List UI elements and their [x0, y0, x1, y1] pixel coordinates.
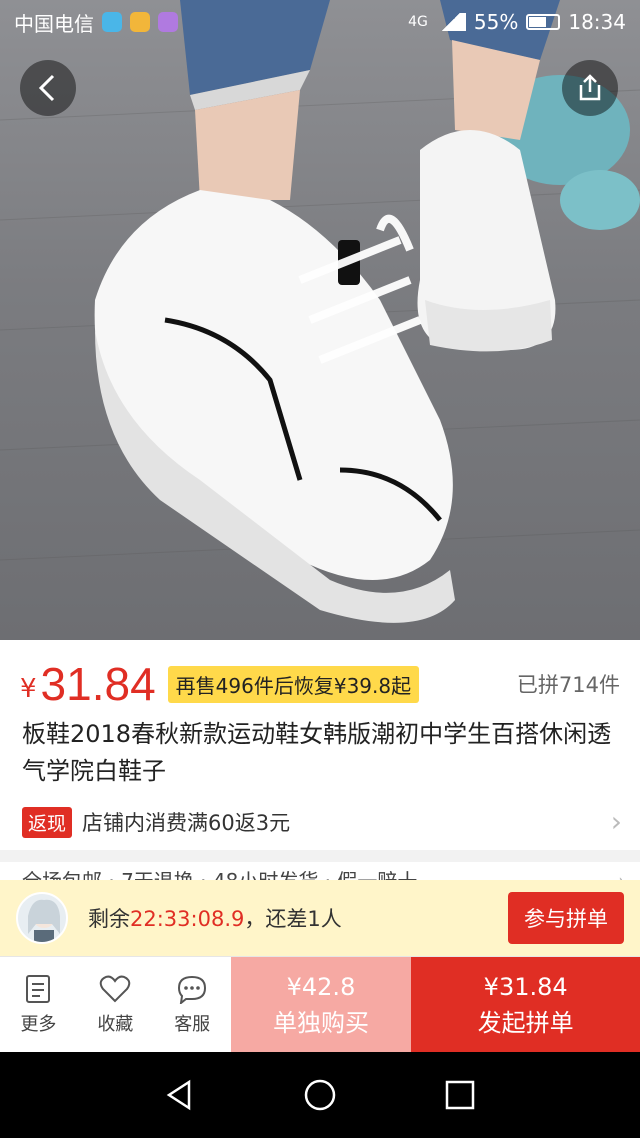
carrier-label: 中国电信 [14, 13, 94, 36]
nav-recents-icon[interactable] [443, 1078, 477, 1112]
battery-icon [526, 14, 561, 30]
group-buy-price: ¥31.84 [483, 972, 568, 1001]
service-label: 客服 [174, 1013, 211, 1035]
system-nav-bar [0, 1052, 640, 1138]
nav-back-icon[interactable] [163, 1078, 197, 1112]
chevron-right-icon: › [610, 805, 622, 838]
location-icon [102, 12, 122, 32]
group-price: 31.84 [40, 658, 156, 710]
start-group-button[interactable]: ¥31.84 发起拼单 [411, 957, 640, 1052]
battery-percent: 55% [473, 10, 519, 34]
bottom-action-bar: 更多 收藏 客服 ¥42.8 单独购买 ¥31.84 发起拼单 [0, 956, 640, 1052]
signal-icon [435, 13, 466, 31]
product-title: 板鞋2018春秋新款运动鞋女韩版潮初中学生百搭休闲透气学院白鞋子 [22, 720, 612, 785]
rebate-row[interactable]: 返现 店铺内消费满60返3元 › [22, 806, 622, 838]
remaining-prefix: 剩余 [88, 907, 130, 931]
join-group-button[interactable]: 参与拼单 [508, 892, 624, 944]
price-row: ¥ 31.84 再售496件后恢复¥39.8起 已拼714件 [20, 656, 620, 712]
currency-symbol: ¥ [20, 674, 37, 704]
alone-price: ¥42.8 [286, 972, 356, 1001]
avatar [16, 892, 68, 944]
group-buy-label: 发起拼单 [477, 1008, 574, 1037]
chat-bubble-icon [178, 975, 207, 1004]
more-button[interactable]: 更多 [0, 957, 77, 1052]
rebate-tag: 返现 [22, 806, 73, 838]
heart-icon [100, 975, 131, 1002]
gallery-icon [158, 12, 178, 32]
share-icon [579, 74, 601, 101]
countdown-timer: 22:33:08.9 [130, 907, 245, 931]
remaining-suffix: ，还差1人 [244, 907, 342, 931]
share-button[interactable] [562, 60, 618, 116]
favorite-label: 收藏 [97, 1013, 134, 1035]
sold-count: 已拼714件 [516, 673, 620, 697]
remaining-text: 剩余22:33:08.9，还差1人 [88, 903, 342, 933]
favorite-button[interactable]: 收藏 [77, 957, 154, 1052]
customer-service-button[interactable]: 客服 [154, 957, 231, 1052]
back-button[interactable] [20, 60, 76, 116]
document-icon [26, 974, 51, 1003]
alone-label: 单独购买 [272, 1008, 369, 1037]
group-buy-bar: 剩余22:33:08.9，还差1人 参与拼单 [0, 880, 640, 956]
product-image[interactable] [0, 0, 640, 640]
section-divider [0, 850, 640, 862]
buy-alone-button[interactable]: ¥42.8 单独购买 [230, 957, 412, 1052]
notification-icon [130, 12, 150, 32]
nav-home-icon[interactable] [303, 1078, 337, 1112]
network-type: 4G [408, 14, 428, 30]
promo-badge: 再售496件后恢复¥39.8起 [167, 665, 420, 703]
clock: 18:34 [568, 10, 626, 34]
more-label: 更多 [20, 1013, 57, 1035]
status-bar: 中国电信 4G 55% 18:34 [0, 0, 640, 44]
chevron-left-icon [38, 74, 55, 102]
rebate-text: 店铺内消费满60返3元 [82, 811, 291, 835]
